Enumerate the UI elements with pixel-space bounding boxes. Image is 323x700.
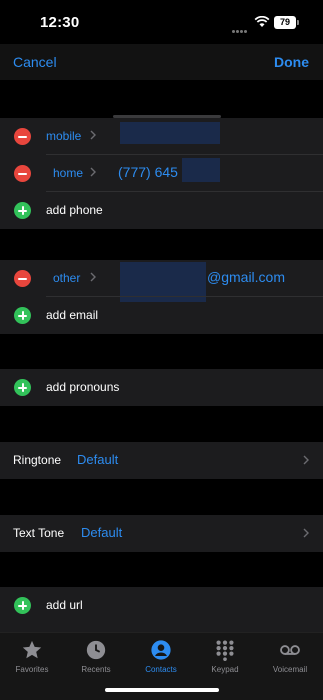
tab-label: Voicemail	[272, 665, 308, 674]
phone-value-home[interactable]: (777) 645	[118, 164, 178, 180]
cellular-dots-icon	[232, 20, 252, 33]
tab-label: Favorites	[15, 665, 49, 674]
redacted-phone-suffix	[182, 158, 220, 182]
chevron-right-icon	[90, 272, 96, 282]
status-bar: 12:30 79	[0, 0, 323, 44]
person-circle-icon	[151, 640, 171, 660]
text-tone-label: Text Tone	[13, 526, 65, 540]
add-pronouns-row[interactable]: add pronouns	[0, 369, 323, 406]
add-pronouns-icon[interactable]	[14, 379, 31, 396]
ringtone-label: Ringtone	[13, 453, 62, 467]
tab-favorites[interactable]: Favorites	[2, 639, 62, 674]
redacted-phone-value[interactable]	[120, 122, 220, 144]
add-pronouns-label[interactable]: add pronouns	[46, 380, 119, 394]
remove-email-button[interactable]	[14, 270, 31, 287]
add-phone-icon[interactable]	[14, 202, 31, 219]
add-url-icon[interactable]	[14, 597, 31, 614]
text-tone-value: Default	[81, 525, 123, 540]
email-label-other[interactable]: other	[53, 271, 80, 285]
add-email-label[interactable]: add email	[46, 308, 98, 322]
tab-voicemail[interactable]: Voicemail	[260, 639, 320, 674]
add-phone-label[interactable]: add phone	[46, 203, 103, 217]
add-url-label[interactable]: add url	[46, 598, 83, 612]
add-phone-row[interactable]: add phone	[0, 192, 323, 229]
text-tone-row[interactable]: Text Tone Default	[0, 515, 323, 552]
ringtone-section: Ringtone Default	[0, 442, 323, 479]
chevron-right-icon	[90, 130, 96, 140]
email-section: other @gmail.com add email	[0, 260, 323, 334]
tab-recents[interactable]: Recents	[66, 639, 126, 674]
add-email-icon[interactable]	[14, 307, 31, 324]
ringtone-value: Default	[77, 452, 119, 467]
email-value-other[interactable]: @gmail.com	[207, 269, 285, 285]
phone-row-home: home (777) 645	[0, 155, 323, 192]
text-tone-section: Text Tone Default	[0, 515, 323, 552]
remove-mobile-button[interactable]	[14, 128, 31, 145]
tab-label: Contacts	[145, 665, 177, 674]
voicemail-icon	[280, 645, 300, 655]
wifi-icon	[254, 16, 270, 27]
add-url-row[interactable]: add url	[0, 587, 323, 624]
chevron-right-icon	[303, 528, 309, 538]
cancel-button[interactable]: Cancel	[13, 54, 57, 70]
home-indicator	[105, 688, 219, 692]
nav-bar: Cancel Done	[0, 44, 323, 80]
phone-label-home[interactable]: home	[53, 166, 83, 180]
phone-row-mobile: mobile	[0, 118, 323, 155]
keypad-icon	[216, 640, 234, 661]
phone-section: mobile home (777) 645 add phone	[0, 118, 323, 229]
battery-indicator: 79	[274, 16, 299, 29]
tab-label: Keypad	[211, 665, 239, 674]
pronouns-section: add pronouns	[0, 369, 323, 406]
chevron-right-icon	[303, 455, 309, 465]
tab-keypad[interactable]: Keypad	[195, 639, 255, 674]
clock-icon	[86, 640, 106, 660]
done-button[interactable]: Done	[274, 54, 309, 70]
status-time: 12:30	[40, 14, 80, 31]
star-icon	[22, 640, 42, 659]
tab-label: Recents	[81, 665, 111, 674]
remove-home-button[interactable]	[14, 165, 31, 182]
email-row-other: other @gmail.com	[0, 260, 323, 302]
url-section: add url	[0, 587, 323, 632]
ringtone-row[interactable]: Ringtone Default	[0, 442, 323, 479]
chevron-right-icon	[90, 167, 96, 177]
add-email-row[interactable]: add email	[0, 297, 323, 334]
tab-contacts[interactable]: Contacts	[131, 639, 191, 674]
phone-label-mobile[interactable]: mobile	[46, 129, 81, 143]
